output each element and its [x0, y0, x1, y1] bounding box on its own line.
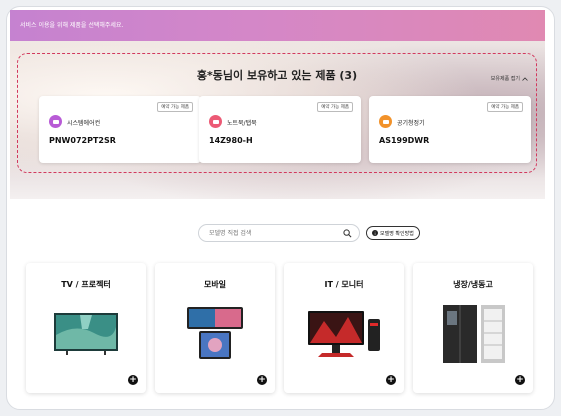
owned-product-card[interactable]: 예약 가능 제품 시스템에어컨 PNW072PT2SR — [39, 96, 201, 163]
model-help-label: 모델명 확인방법 — [380, 230, 414, 237]
add-category-button[interactable]: + — [128, 375, 138, 385]
owned-products-title: 홍*동님이 보유하고 있는 제품 (3) — [196, 69, 358, 82]
notice-banner: 서비스 이용을 위해 제품을 선택해주세요. — [10, 10, 545, 41]
phone-image — [187, 307, 243, 359]
collapse-label: 보유제품 접기 — [490, 76, 520, 82]
reservable-badge: 예약 가능 제품 — [157, 102, 193, 112]
category-name: IT / 모니터 — [324, 280, 364, 289]
category-card-mobile[interactable]: 모바일 + — [155, 263, 275, 393]
banner-text: 서비스 이용을 위해 제품을 선택해주세요. — [20, 22, 124, 29]
laptop-icon — [209, 115, 222, 128]
model-search-input[interactable] — [209, 228, 339, 239]
reservable-badge: 예약 가능 제품 — [487, 102, 523, 112]
info-icon: i — [372, 230, 378, 236]
owned-product-card[interactable]: 예약 가능 제품 공기청정기 AS199DWR — [369, 96, 531, 163]
category-name: 냉장/냉동고 — [453, 280, 493, 289]
collapse-owned-button[interactable]: 보유제품 접기 — [491, 75, 528, 82]
model-help-button[interactable]: i 모델명 확인방법 — [366, 226, 420, 240]
fridge-image — [443, 305, 505, 363]
add-category-button[interactable]: + — [515, 375, 525, 385]
product-model: AS199DWR — [379, 136, 430, 145]
product-category: 시스템에어컨 — [67, 120, 101, 127]
add-category-button[interactable]: + — [257, 375, 267, 385]
reservable-badge: 예약 가능 제품 — [317, 102, 353, 112]
category-card-tv[interactable]: TV / 프로젝터 + — [26, 263, 146, 393]
category-card-refrigerator[interactable]: 냉장/냉동고 + — [413, 263, 533, 393]
category-name: TV / 프로젝터 — [61, 280, 111, 289]
product-category: 공기청정기 — [397, 120, 425, 127]
search-icon[interactable] — [343, 229, 352, 238]
product-model: PNW072PT2SR — [49, 136, 116, 145]
owned-products-section: 홍*동님이 보유하고 있는 제품 (3) 보유제품 접기 예약 가능 제품 시스… — [17, 53, 537, 173]
product-category: 노트북/탭북 — [227, 120, 257, 127]
product-model: 14Z980-H — [209, 136, 253, 145]
owned-product-card[interactable]: 예약 가능 제품 노트북/탭북 14Z980-H — [199, 96, 361, 163]
monitor-image — [308, 311, 380, 357]
aircon-icon — [49, 115, 62, 128]
add-category-button[interactable]: + — [386, 375, 396, 385]
air-purifier-icon — [379, 115, 392, 128]
model-search-box — [198, 224, 360, 242]
tv-image — [54, 313, 118, 355]
category-name: 모바일 — [203, 280, 227, 289]
chevron-up-icon — [522, 76, 528, 81]
category-card-it-monitor[interactable]: IT / 모니터 + — [284, 263, 404, 393]
